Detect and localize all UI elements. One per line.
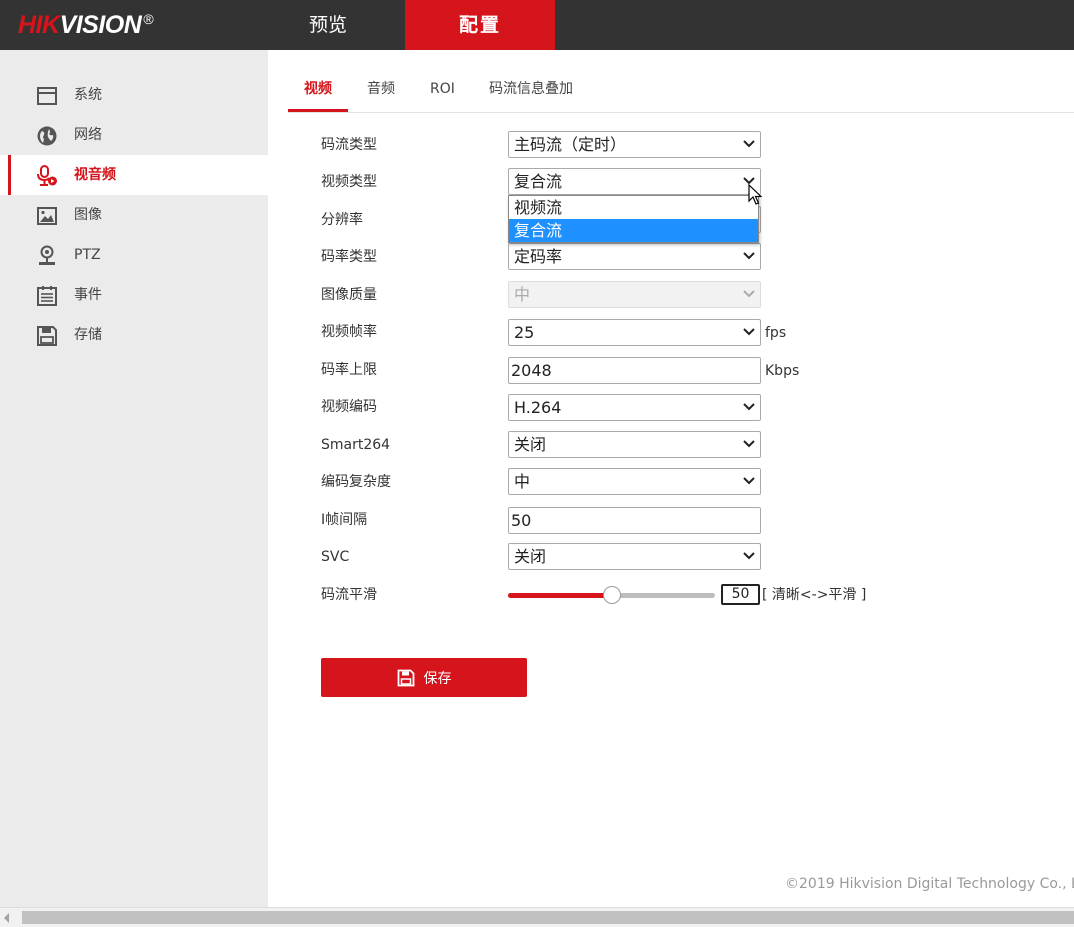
top-navigation-bar: HIKVISION ® 预览 配置 [0,0,1074,50]
scroll-left-arrow-icon[interactable] [4,913,9,923]
video-type-select[interactable]: 复合流 [508,168,761,195]
nav-tab-configuration[interactable]: 配置 [405,0,555,50]
horizontal-scrollbar[interactable] [0,907,1074,927]
system-icon [37,87,57,105]
frame-rate-unit: fps [765,325,787,341]
chevron-down-icon [743,140,755,148]
max-bitrate-unit: Kbps [765,363,800,379]
mouse-pointer-icon [748,184,762,205]
video-encoding-value: H.264 [514,398,562,417]
sidebar-item-ptz[interactable]: PTZ [0,235,268,275]
sidebar-item-system[interactable]: 系统 [0,75,268,115]
smoothing-slider-fill [508,593,612,598]
chevron-down-icon [743,552,755,560]
sidebar-item-label: 存储 [74,327,102,343]
copyright-footer: ©2019 Hikvision Digital Technology Co., … [785,876,1074,892]
sidebar: 系统 网络 视音频 图像 PTZ 事件 存储 [0,50,268,907]
nav-tab-preview[interactable]: 预览 [268,0,388,50]
chevron-down-icon [743,477,755,485]
tab-divider [288,112,1074,113]
image-icon [37,207,57,225]
save-disk-icon [397,669,414,686]
sidebar-item-video-audio[interactable]: 视音频 [0,155,268,195]
sidebar-item-label: 图像 [74,207,102,223]
registered-mark: ® [143,11,154,27]
sidebar-item-label: PTZ [74,247,101,263]
frame-rate-value: 25 [514,323,535,342]
sidebar-item-network[interactable]: 网络 [0,115,268,155]
smoothing-hint: [ 清晰<->平滑 ] [762,587,867,603]
video-encoding-label: 视频编码 [321,399,377,415]
encoding-complexity-select[interactable]: 中 [508,468,761,495]
i-frame-interval-label: I帧间隔 [321,512,368,528]
tab-roi[interactable]: ROI [430,68,455,112]
i-frame-interval-input[interactable]: 50 [508,507,761,534]
max-bitrate-value: 2048 [511,361,552,380]
ptz-icon [39,245,55,265]
video-audio-icon [37,165,57,186]
sidebar-item-label: 事件 [74,287,102,303]
sidebar-item-event[interactable]: 事件 [0,275,268,315]
frame-rate-label: 视频帧率 [321,324,377,340]
stream-type-label: 码流类型 [321,137,377,153]
save-button[interactable]: 保存 [321,658,527,697]
encoding-complexity-label: 编码复杂度 [321,474,391,490]
bitrate-type-value: 定码率 [514,247,563,266]
sidebar-item-image[interactable]: 图像 [0,195,268,235]
image-quality-label: 图像质量 [321,287,377,303]
save-button-label: 保存 [423,670,452,687]
sidebar-item-label: 系统 [74,87,102,103]
stream-type-value: 主码流（定时） [514,135,627,154]
sidebar-item-storage[interactable]: 存储 [0,315,268,355]
bitrate-type-select[interactable]: 定码率 [508,243,761,270]
dropdown-option-composite-stream[interactable]: 复合流 [509,219,758,242]
max-bitrate-input[interactable]: 2048 [508,357,761,384]
dropdown-option-video-stream[interactable]: 视频流 [509,196,758,219]
video-type-dropdown-list: 视频流 复合流 [508,195,759,243]
image-quality-value: 中 [514,285,531,304]
svc-label: SVC [321,549,350,565]
sidebar-item-label: 视音频 [74,167,116,183]
chevron-down-icon [743,252,755,260]
tab-audio[interactable]: 音频 [367,68,395,112]
tab-video[interactable]: 视频 [288,68,348,112]
scrollbar-thumb[interactable] [22,911,1074,924]
storage-icon [37,326,57,346]
video-type-value: 复合流 [514,172,563,191]
smart264-value: 关闭 [514,435,547,454]
smoothing-slider-thumb[interactable] [603,586,621,604]
event-icon [37,286,57,306]
video-type-label: 视频类型 [321,174,377,190]
encoding-complexity-value: 中 [514,472,531,491]
chevron-down-icon [743,403,755,411]
image-quality-select: 中 [508,281,761,308]
stream-type-select[interactable]: 主码流（定时） [508,131,761,158]
bitrate-type-label: 码率类型 [321,249,377,265]
hikvision-logo: HIKVISION ® [18,10,154,40]
svc-select[interactable]: 关闭 [508,543,761,570]
smoothing-value-box[interactable]: 50 [721,584,760,605]
tab-stream-info-overlay[interactable]: 码流信息叠加 [489,68,573,112]
smart264-select[interactable]: 关闭 [508,431,761,458]
video-encoding-select[interactable]: H.264 [508,394,761,421]
max-bitrate-label: 码率上限 [321,362,377,378]
chevron-down-icon [743,328,755,336]
network-globe-icon [37,126,57,146]
smart264-label: Smart264 [321,437,391,453]
i-frame-interval-value: 50 [511,511,532,530]
chevron-down-icon [743,440,755,448]
chevron-down-icon [743,290,755,298]
smoothing-label: 码流平滑 [321,587,377,603]
svc-value: 关闭 [514,547,547,566]
logo-text: HIKVISION [18,11,142,39]
frame-rate-select[interactable]: 25 [508,319,761,346]
resolution-label: 分辨率 [321,212,363,228]
sidebar-item-label: 网络 [74,127,102,143]
